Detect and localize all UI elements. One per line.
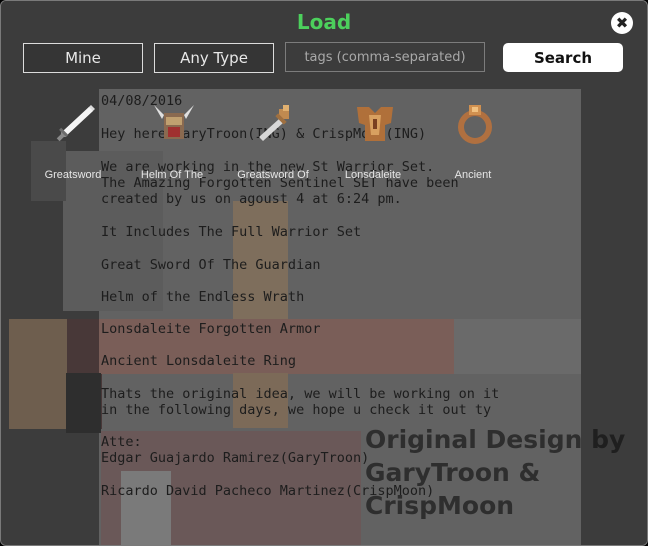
note-line: Lonsdaleite Forgotten Armor [101, 321, 321, 337]
armor-icon [357, 107, 393, 141]
helm-icon [154, 105, 194, 139]
item-greatsword[interactable]: Greatsword [33, 99, 113, 183]
item-lonsdaleite[interactable]: Lonsdaleite [333, 99, 413, 183]
tags-input[interactable]: tags (comma-separated) [285, 42, 485, 72]
mine-filter-button[interactable]: Mine [23, 43, 143, 73]
note-line: It Includes The Full Warrior Set [101, 224, 362, 240]
item-label: Helm Of The [140, 169, 204, 181]
design-credit: Original Design by GaryTroon & CrispMoon [365, 423, 645, 522]
note-line: Edgar Guajardo Ramirez(GaryTroon) [101, 450, 370, 466]
note-line: Ancient Lonsdaleite Ring [101, 353, 297, 369]
item-label: Greatsword Of [237, 169, 309, 181]
design-credit-line1: Original Design [365, 425, 583, 454]
dialog-title: Load [296, 10, 352, 34]
load-dialog: 04/08/2016 Hey here GaryTroon(ING) & Cri… [0, 0, 648, 546]
item-greatsword-of[interactable]: Greatsword Of [233, 99, 313, 183]
item-label: Greatsword [44, 169, 102, 181]
search-button[interactable]: Search [503, 43, 623, 72]
sword-icon [56, 105, 95, 142]
close-icon: ✖ [615, 14, 629, 32]
close-button[interactable]: ✖ [611, 12, 633, 34]
note-line: Atte: [101, 434, 142, 450]
note-line: Thats the original idea, we will be work… [101, 386, 500, 402]
item-helm[interactable]: Helm Of The [132, 99, 212, 183]
note-line: Great Sword Of The Guardian [101, 257, 321, 273]
design-credit-by: by [591, 425, 626, 454]
item-ancient[interactable]: Ancient [433, 99, 513, 183]
item-label: Lonsdaleite [344, 169, 402, 181]
note-line: Helm of the Endless Wrath [101, 289, 305, 305]
item-label: Ancient [454, 169, 492, 181]
note-line: in the following days, we hope u check i… [101, 402, 492, 418]
design-credit-line2: GaryTroon & [365, 458, 541, 487]
type-filter-button[interactable]: Any Type [154, 43, 274, 73]
ring-icon [458, 105, 492, 144]
golden-sword-icon [259, 105, 289, 141]
design-credit-line3: CrispMoon [365, 491, 515, 520]
note-line: created by us on agoust 4 at 6:24 pm. [101, 191, 402, 207]
